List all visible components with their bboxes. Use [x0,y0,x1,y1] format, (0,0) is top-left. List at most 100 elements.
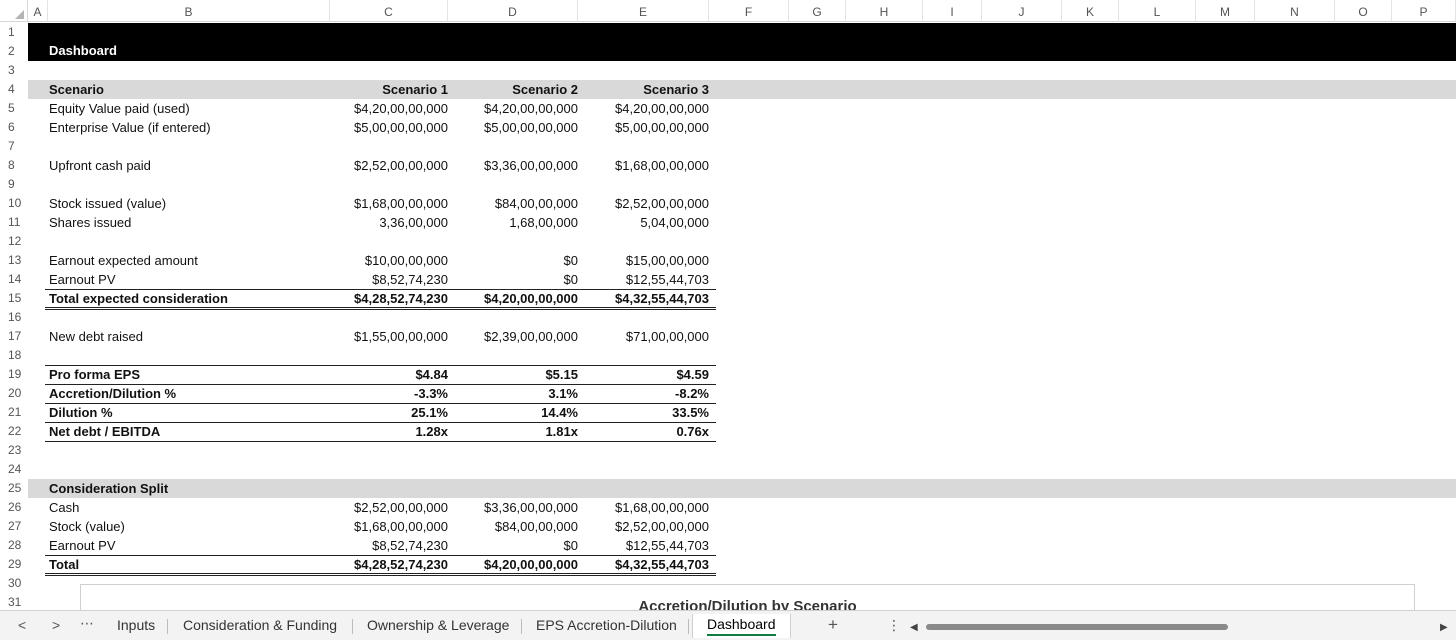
scenario-2-cell[interactable]: $3,36,00,00,000 [448,156,578,175]
sheet-row[interactable]: 7 [0,137,1456,156]
sheet-tab[interactable]: Dashboard [692,614,791,638]
scenario-1-cell[interactable]: 3,36,00,000 [330,213,448,232]
scenario-1-cell[interactable]: Scenario 1 [330,80,448,99]
scenario-2-cell[interactable]: $4,20,00,00,000 [448,99,578,118]
sheet-row[interactable]: 26 Cash $2,52,00,00,000 $3,36,00,00,000 $1,6… [0,498,1456,517]
row-number[interactable]: 27 [0,517,28,536]
scenario-2-cell[interactable]: $0 [448,270,578,289]
scenario-2-cell[interactable]: $4,20,00,00,000 [448,289,578,308]
scenario-3-cell[interactable]: $4,20,00,00,000 [578,99,709,118]
scenario-3-cell[interactable]: $4,32,55,44,703 [578,289,709,308]
sheet-row[interactable]: 16 [0,308,1456,327]
scenario-3-cell[interactable]: $2,52,00,00,000 [578,517,709,536]
row-label-cell[interactable]: Accretion/Dilution % [49,384,176,403]
scenario-1-cell[interactable]: $4,20,00,00,000 [330,99,448,118]
scenario-3-cell[interactable]: 33.5% [578,403,709,422]
row-label-cell[interactable]: Consideration Split [49,479,168,498]
sheet-row[interactable]: 3 [0,61,1456,80]
row-label-cell[interactable]: Stock (value) [49,517,125,536]
row-number[interactable]: 19 [0,365,28,384]
row-number[interactable]: 23 [0,441,28,460]
scenario-1-cell[interactable]: $8,52,74,230 [330,270,448,289]
scenario-2-cell[interactable]: $84,00,00,000 [448,517,578,536]
scroll-right-icon[interactable]: ▶ [1440,622,1448,633]
scenario-3-cell[interactable]: $4,32,55,44,703 [578,555,709,574]
sheet-tab[interactable]: EPS Accretion-Dilution [536,617,677,633]
scenario-1-cell[interactable]: $4,28,52,74,230 [330,289,448,308]
row-number[interactable]: 22 [0,422,28,441]
sheet-row[interactable]: 23 [0,441,1456,460]
scenario-3-cell[interactable]: $12,55,44,703 [578,270,709,289]
row-number[interactable]: 16 [0,308,28,327]
row-number[interactable]: 2 [0,42,28,61]
row-number[interactable]: 4 [0,80,28,99]
sheet-row[interactable]: 13 Earnout expected amount $10,00,00,000 $0… [0,251,1456,270]
column-header-i[interactable]: I [923,0,982,22]
scenario-2-cell[interactable]: $5.15 [448,365,578,384]
column-header-j[interactable]: J [982,0,1062,22]
sheet-row[interactable]: 8 Upfront cash paid $2,52,00,00,000 $3,36,0… [0,156,1456,175]
scenario-1-cell[interactable]: $5,00,00,00,000 [330,118,448,137]
column-header-g[interactable]: G [789,0,846,22]
row-number[interactable]: 3 [0,61,28,80]
scenario-2-cell[interactable]: $5,00,00,00,000 [448,118,578,137]
scenario-1-cell[interactable]: $4,28,52,74,230 [330,555,448,574]
sheet-row[interactable]: 29 Total $4,28,52,74,230 $4,20,00,00,000 $4,… [0,555,1456,574]
scenario-3-cell[interactable]: $1,68,00,00,000 [578,498,709,517]
row-label-cell[interactable]: Upfront cash paid [49,156,151,175]
row-number[interactable]: 30 [0,574,28,593]
row-label-cell[interactable]: Enterprise Value (if entered) [49,118,211,137]
row-number[interactable]: 9 [0,175,28,194]
row-label-cell[interactable]: Net debt / EBITDA [49,422,160,441]
scenario-3-cell[interactable]: $4.59 [578,365,709,384]
sheet-tab[interactable]: Inputs [117,617,155,633]
scenario-1-cell[interactable]: $8,52,74,230 [330,536,448,555]
row-number[interactable]: 15 [0,289,28,308]
add-sheet-button[interactable]: + [828,615,838,635]
row-label-cell[interactable]: Earnout PV [49,536,116,555]
sheet-row[interactable]: 14 Earnout PV $8,52,74,230 $0 $12,55,44,703 [0,270,1456,289]
horizontal-scrollbar[interactable]: ◀ ▶ [910,621,1450,633]
sheet-tab[interactable]: Ownership & Leverage [367,617,509,633]
sheet-row[interactable]: 22 Net debt / EBITDA 1.28x 1.81x 0.76x [0,422,1456,441]
worksheet-grid[interactable]: 1 2 Dashboard 3 4 Scenario Scenario 1 Scenario … [0,23,1456,610]
sheet-row[interactable]: 12 [0,232,1456,251]
column-header-k[interactable]: K [1062,0,1119,22]
sheet-row[interactable]: 24 [0,460,1456,479]
sheet-row[interactable]: 21 Dilution % 25.1% 14.4% 33.5% [0,403,1456,422]
row-number[interactable]: 21 [0,403,28,422]
sheet-row[interactable]: 28 Earnout PV $8,52,74,230 $0 $12,55,44,703 [0,536,1456,555]
scenario-1-cell[interactable]: $10,00,00,000 [330,251,448,270]
scenario-2-cell[interactable]: $4,20,00,00,000 [448,555,578,574]
scenario-1-cell[interactable]: $2,52,00,00,000 [330,156,448,175]
row-number[interactable]: 28 [0,536,28,555]
column-header-o[interactable]: O [1335,0,1392,22]
row-number[interactable]: 31 [0,593,28,610]
row-number[interactable]: 11 [0,213,28,232]
row-number[interactable]: 8 [0,156,28,175]
scenario-2-cell[interactable]: Scenario 2 [448,80,578,99]
row-number[interactable]: 6 [0,118,28,137]
row-label-cell[interactable]: Cash [49,498,79,517]
scenario-3-cell[interactable]: $1,68,00,00,000 [578,156,709,175]
column-header-f[interactable]: F [709,0,789,22]
sheet-row[interactable]: 25 Consideration Split [0,479,1456,498]
sheet-row[interactable]: 11 Shares issued 3,36,00,000 1,68,00,000 5,0… [0,213,1456,232]
row-number[interactable]: 25 [0,479,28,498]
scenario-1-cell[interactable]: $2,52,00,00,000 [330,498,448,517]
sheet-row[interactable]: 2 Dashboard [0,23,1456,61]
scenario-1-cell[interactable]: 25.1% [330,403,448,422]
row-number[interactable]: 1 [0,23,28,42]
next-sheet-button[interactable]: > [52,617,60,633]
sheet-row[interactable]: 5 Equity Value paid (used) $4,20,00,00,000… [0,99,1456,118]
row-label-cell[interactable]: Total [49,555,79,574]
column-header-c[interactable]: C [330,0,448,22]
row-number[interactable]: 5 [0,99,28,118]
scrollbar-thumb[interactable] [926,624,1228,630]
scenario-3-cell[interactable]: 0.76x [578,422,709,441]
sheet-row[interactable]: 10 Stock issued (value) $1,68,00,00,000 $84… [0,194,1456,213]
row-label-cell[interactable]: Equity Value paid (used) [49,99,190,118]
column-header-a[interactable]: A [28,0,48,22]
scenario-2-cell[interactable]: 1.81x [448,422,578,441]
row-number[interactable]: 10 [0,194,28,213]
